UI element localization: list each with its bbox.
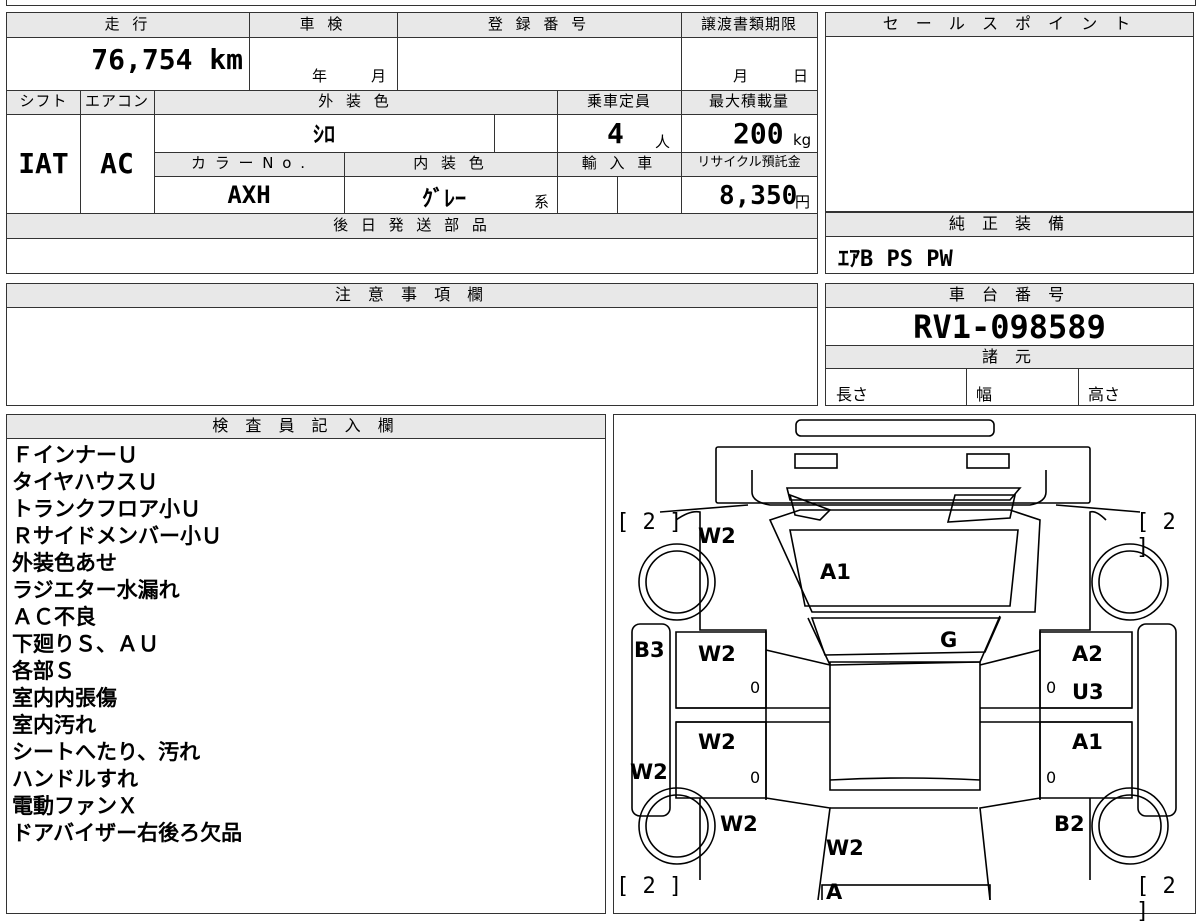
- label-rear-right-door: A1: [1072, 730, 1103, 754]
- zero-mark: 0: [1046, 768, 1057, 787]
- label-rear-roof: W2: [826, 836, 864, 860]
- label-front-left-fender: W2: [698, 524, 736, 548]
- label-front-left-door: W2: [698, 642, 736, 666]
- tire-label-rear-right: [ 2 ]: [1136, 874, 1176, 924]
- label-left-sill-upper: B3: [634, 638, 665, 662]
- label-front-right-door-a: A2: [1072, 642, 1103, 666]
- label-rear-left-fender: W2: [720, 812, 758, 836]
- zero-mark: 0: [750, 678, 761, 697]
- label-left-sill-lower: W2: [630, 760, 668, 784]
- zero-mark: 0: [750, 768, 761, 787]
- label-rear-bumper: A: [826, 880, 843, 904]
- label-rear-left-door: W2: [698, 730, 736, 754]
- zero-mark: 0: [1046, 678, 1057, 697]
- car-diagram: [631, 419, 1177, 900]
- label-windshield: G: [940, 628, 958, 652]
- label-hood: A1: [820, 560, 851, 584]
- tire-label-front-left: [ 2 ]: [616, 510, 683, 535]
- label-rear-right-fender: B2: [1054, 812, 1085, 836]
- tire-label-rear-left: [ 2 ]: [616, 874, 683, 899]
- tire-label-front-right: [ 2 ]: [1136, 510, 1176, 560]
- label-front-right-door-b: U3: [1072, 680, 1104, 704]
